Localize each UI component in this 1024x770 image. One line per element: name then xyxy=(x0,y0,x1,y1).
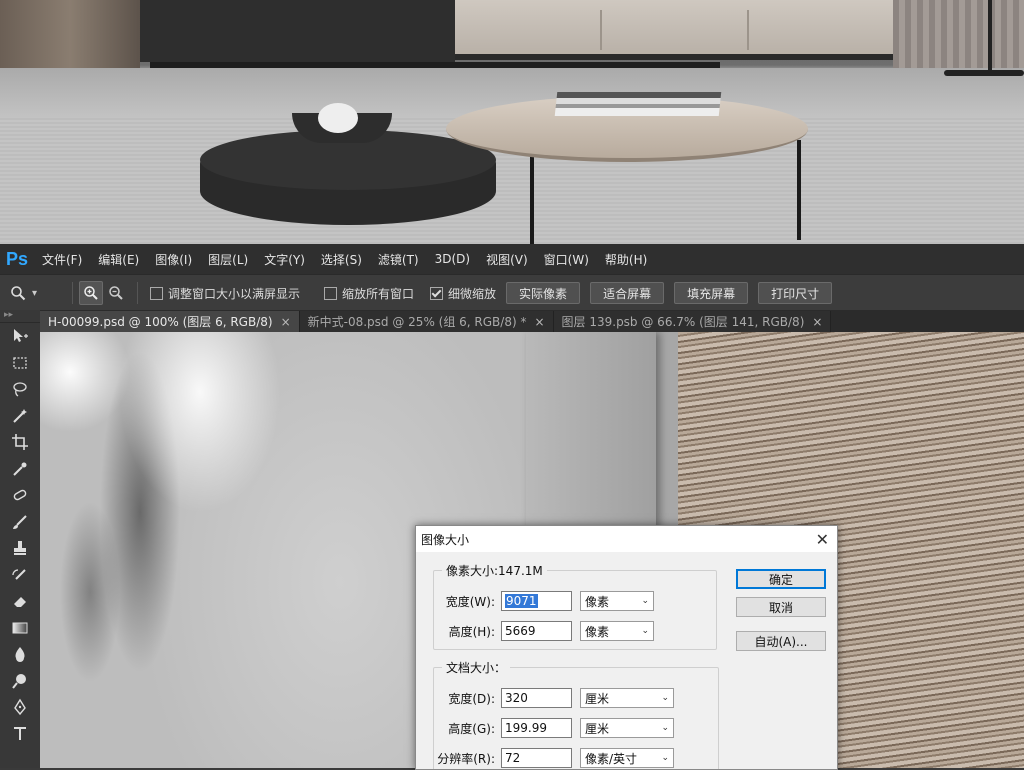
dark-cabinet xyxy=(140,0,455,62)
document-tab-bar: H-00099.psd @ 100% (图层 6, RGB/8) × 新中式-0… xyxy=(40,310,1024,332)
checkbox-box[interactable] xyxy=(324,286,338,300)
history-brush-icon[interactable] xyxy=(0,562,40,589)
auto-button[interactable]: 自动(A)... xyxy=(736,631,826,651)
actual-pixels-button[interactable]: 实际像素 xyxy=(506,282,581,304)
resize-windows-checkbox[interactable]: 调整窗口大小以满屏显示 xyxy=(150,285,300,302)
tab-layer139[interactable]: 图层 139.psb @ 66.7% (图层 141, RGB/8) × xyxy=(553,311,832,332)
close-icon[interactable]: × xyxy=(812,315,822,329)
pixel-height-row: 高度(H): 5669 像素 ⌄ xyxy=(433,621,654,641)
pixel-width-input[interactable]: 9071 xyxy=(501,591,572,611)
doc-width-input[interactable]: 320 xyxy=(501,688,572,708)
chevron-down-icon: ⌄ xyxy=(641,626,649,636)
books xyxy=(554,92,722,116)
menu-edit[interactable]: 编辑(E) xyxy=(90,251,147,268)
zoom-tool-icon xyxy=(11,286,26,301)
clone-stamp-icon[interactable] xyxy=(0,535,40,562)
image-size-dialog: 图像大小 ✕ 像素大小:147.1M 宽度(W): 9071 像素 ⌄ 高度(H)… xyxy=(415,525,838,770)
eyedropper-icon[interactable] xyxy=(0,456,40,483)
menu-select[interactable]: 选择(S) xyxy=(313,251,370,268)
menu-file[interactable]: 文件(F) xyxy=(34,251,90,268)
doc-width-row: 宽度(D): 320 厘米 ⌄ xyxy=(433,688,674,708)
scrubby-zoom-checkbox[interactable]: 细微缩放 xyxy=(430,285,496,302)
dialog-titlebar: 图像大小 ✕ xyxy=(416,526,837,552)
cancel-button[interactable]: 取消 xyxy=(736,597,826,617)
tools-panel: ▸▸ xyxy=(0,310,41,768)
zoom-in-icon xyxy=(84,286,98,300)
print-size-button[interactable]: 打印尺寸 xyxy=(758,282,833,304)
options-bar: ▾ 调整窗口大小以满屏显示 缩放所有窗口 细微缩放 实际像素 适合屏幕 填充屏幕… xyxy=(0,274,1024,311)
light-cabinet xyxy=(455,0,893,60)
menu-image[interactable]: 图像(I) xyxy=(147,251,200,268)
lamp-pole xyxy=(988,0,992,72)
tool-preset-picker[interactable]: ▾ xyxy=(10,285,62,301)
tab-xinzhongshi[interactable]: 新中式-08.psd @ 25% (组 6, RGB/8) * × xyxy=(299,311,554,332)
close-icon[interactable]: × xyxy=(281,315,291,329)
menu-layer[interactable]: 图层(L) xyxy=(200,251,256,268)
pixel-dimensions-label: 像素大小:147.1M xyxy=(442,562,547,579)
checkbox-box-checked[interactable] xyxy=(430,286,444,300)
chevron-down-icon: ⌄ xyxy=(641,596,649,606)
close-icon[interactable]: ✕ xyxy=(816,530,829,549)
menu-3d[interactable]: 3D(D) xyxy=(427,252,478,266)
tab-h00099[interactable]: H-00099.psd @ 100% (图层 6, RGB/8) × xyxy=(40,311,300,332)
type-tool-icon[interactable] xyxy=(0,721,40,748)
doc-height-row: 高度(G): 199.99 厘米 ⌄ xyxy=(433,718,674,738)
zoom-out-button[interactable] xyxy=(105,282,127,304)
photoshop-logo: Ps xyxy=(5,248,29,269)
fill-screen-button[interactable]: 填充屏幕 xyxy=(674,282,749,304)
healing-brush-icon[interactable] xyxy=(0,482,40,509)
checkbox-box[interactable] xyxy=(150,286,163,300)
doc-height-input[interactable]: 199.99 xyxy=(501,718,572,738)
dodge-tool-icon[interactable] xyxy=(0,668,40,695)
menu-type[interactable]: 文字(Y) xyxy=(256,251,313,268)
crop-tool-icon[interactable] xyxy=(0,429,40,456)
ok-button[interactable]: 确定 xyxy=(736,569,826,589)
eraser-icon[interactable] xyxy=(0,588,40,615)
blur-tool-icon[interactable] xyxy=(0,641,40,668)
chevron-down-icon: ⌄ xyxy=(661,723,669,733)
menu-view[interactable]: 视图(V) xyxy=(478,251,536,268)
resolution-input[interactable]: 72 xyxy=(501,748,572,768)
panel-grip[interactable]: ▸▸ xyxy=(0,310,40,323)
dialog-title: 图像大小 xyxy=(421,532,470,547)
pixel-height-unit-select[interactable]: 像素 ⌄ xyxy=(580,621,654,641)
chevron-down-icon: ⌄ xyxy=(661,753,669,763)
background-interior-photo xyxy=(0,0,1024,244)
decor-ball xyxy=(318,103,358,133)
gradient-tool-icon[interactable] xyxy=(0,615,40,642)
menu-bar: Ps 文件(F) 编辑(E) 图像(I) 图层(L) 文字(Y) 选择(S) 滤… xyxy=(0,244,1024,274)
document-size-label: 文档大小： xyxy=(442,659,511,676)
menu-filter[interactable]: 滤镜(T) xyxy=(370,251,427,268)
menu-window[interactable]: 窗口(W) xyxy=(536,251,597,268)
wood-wall-panel xyxy=(0,0,140,68)
zoom-out-icon xyxy=(109,286,123,300)
pixel-height-input[interactable]: 5669 xyxy=(501,621,572,641)
marquee-tool-icon[interactable] xyxy=(0,350,40,377)
move-tool-icon[interactable] xyxy=(0,323,40,350)
pixel-width-row: 宽度(W): 9071 像素 ⌄ xyxy=(433,591,654,611)
lamp-base xyxy=(944,70,1024,76)
pen-tool-icon[interactable] xyxy=(0,694,40,721)
menu-help[interactable]: 帮助(H) xyxy=(597,251,655,268)
slat-wall-panel xyxy=(893,0,1024,68)
brush-tool-icon[interactable] xyxy=(0,509,40,536)
zoom-all-windows-checkbox[interactable]: 缩放所有窗口 xyxy=(324,285,414,302)
doc-height-unit-select[interactable]: 厘米 ⌄ xyxy=(580,718,674,738)
fit-screen-button[interactable]: 适合屏幕 xyxy=(590,282,665,304)
chevron-down-icon: ▾ xyxy=(32,287,38,299)
magic-wand-icon[interactable] xyxy=(0,403,40,430)
chevron-down-icon: ⌄ xyxy=(661,693,669,703)
lasso-tool-icon[interactable] xyxy=(0,376,40,403)
doc-width-unit-select[interactable]: 厘米 ⌄ xyxy=(580,688,674,708)
resolution-unit-select[interactable]: 像素/英寸 ⌄ xyxy=(580,748,674,768)
close-icon[interactable]: × xyxy=(534,315,544,329)
zoom-in-button[interactable] xyxy=(79,281,103,305)
resolution-row: 分辨率(R): 72 像素/英寸 ⌄ xyxy=(433,748,674,768)
pixel-width-unit-select[interactable]: 像素 ⌄ xyxy=(580,591,654,611)
